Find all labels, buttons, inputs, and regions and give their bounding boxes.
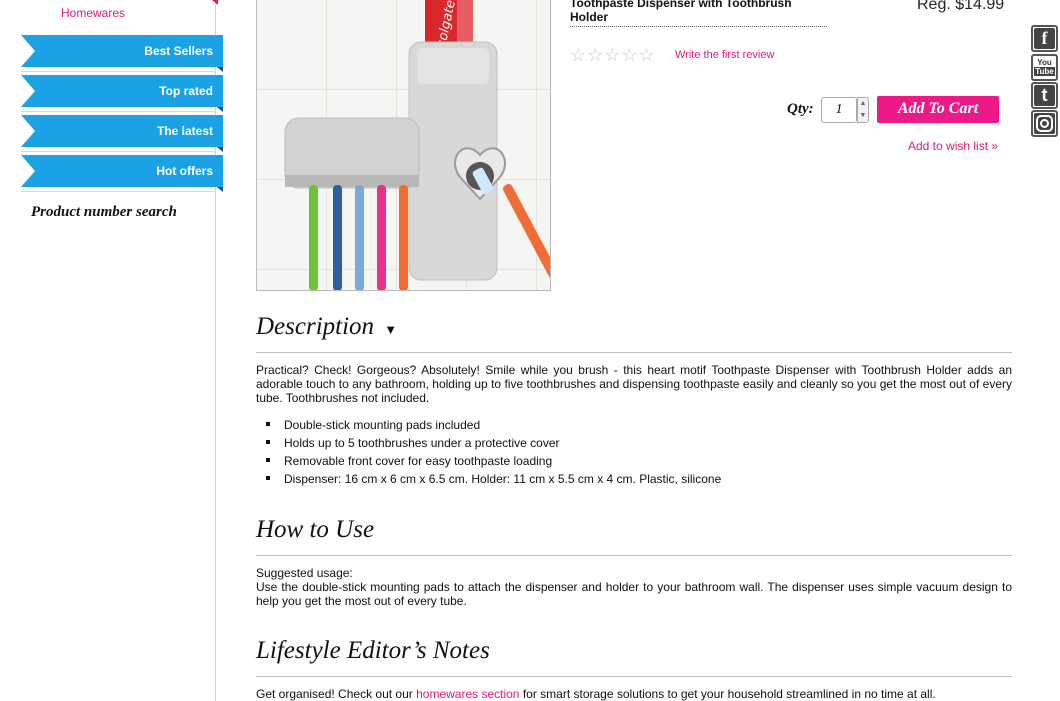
facebook-icon: f	[1034, 28, 1055, 49]
facebook-button[interactable]: f	[1031, 25, 1058, 52]
qty-input[interactable]: 1	[821, 97, 857, 123]
feature-list: Double-stick mounting pads included Hold…	[264, 418, 721, 490]
divider	[21, 71, 216, 72]
qty-stepper[interactable]: ▲ ▼	[857, 97, 869, 123]
product-title-line: Toothpaste Dispenser with Toothbrush	[570, 0, 792, 10]
usage-instructions: Use the double-stick mounting pads to at…	[256, 580, 1012, 608]
divider	[21, 151, 216, 152]
toothpaste-dispenser-illustration: colgate	[257, 0, 550, 290]
section-divider	[256, 676, 1012, 677]
description-title: Description	[256, 313, 375, 340]
list-item: Holds up to 5 toothbrushes under a prote…	[264, 436, 721, 454]
qty-label: Qty:	[787, 101, 814, 117]
product-title: Toothpaste Dispenser with Toothbrush Hol…	[570, 0, 827, 27]
instagram-icon	[1034, 113, 1055, 134]
twitter-icon: t	[1034, 85, 1055, 106]
how-to-use-text: Suggested usage: Use the double-stick mo…	[256, 566, 1012, 608]
nav-best-sellers[interactable]: Best Sellers	[21, 35, 223, 72]
rating-stars[interactable]: ☆☆☆☆☆	[570, 45, 656, 66]
section-divider	[256, 352, 1012, 353]
homewares-link[interactable]: Homewares	[61, 6, 125, 20]
list-item: Removable front cover for easy toothpast…	[264, 454, 721, 472]
how-to-use-heading: How to Use	[256, 516, 375, 543]
corner-decoration	[212, 0, 218, 5]
camera-glyph	[1036, 115, 1053, 132]
collapse-toggle-icon[interactable]: ▼	[384, 322, 397, 337]
youtube-icon: You Tube	[1034, 57, 1055, 78]
regular-price: Reg. $14.99	[917, 0, 1005, 13]
nav-label: The latest	[156, 124, 213, 138]
product-image[interactable]: colgate	[256, 0, 551, 291]
nav-label: Hot offers	[156, 164, 213, 178]
add-to-cart-button[interactable]: Add To Cart	[877, 96, 999, 123]
editor-notes-heading: Lifestyle Editor’s Notes	[256, 637, 490, 664]
section-divider	[256, 555, 1012, 556]
list-item: Dispenser: 16 cm x 6 cm x 6.5 cm. Holder…	[264, 472, 721, 490]
nav-hot-offers[interactable]: Hot offers	[21, 155, 223, 192]
usage-label: Suggested usage:	[256, 566, 353, 580]
list-item: Double-stick mounting pads included	[264, 418, 721, 436]
description-heading[interactable]: Description ▼	[256, 313, 397, 341]
write-review-link[interactable]: Write the first review	[675, 49, 774, 61]
description-text: Practical? Check! Gorgeous? Absolutely! …	[256, 363, 1012, 405]
nav-label: Top rated	[159, 84, 213, 98]
notes-text: Get organised! Check out our	[256, 687, 417, 701]
spin-up-icon[interactable]: ▲	[858, 98, 868, 110]
nav-the-latest[interactable]: The latest	[21, 115, 223, 152]
product-number-search-heading[interactable]: Product number search	[31, 204, 177, 221]
product-title-line: Holder	[570, 10, 609, 24]
homewares-section-link[interactable]: homewares section	[416, 687, 519, 701]
nav-label: Best Sellers	[144, 44, 213, 58]
instagram-button[interactable]	[1031, 110, 1058, 137]
sidebar: Homewares Best Sellers Top rated The lat…	[0, 0, 223, 701]
youtube-button[interactable]: You Tube	[1031, 54, 1058, 81]
twitter-button[interactable]: t	[1031, 82, 1058, 109]
editor-notes-text: Get organised! Check out our homewares s…	[256, 687, 1012, 701]
notes-text: for smart storage solutions to get your …	[519, 687, 936, 701]
divider	[21, 111, 216, 112]
spin-down-icon[interactable]: ▼	[858, 110, 868, 122]
divider	[21, 191, 216, 192]
add-to-wish-list-link[interactable]: Add to wish list »	[908, 139, 998, 153]
nav-top-rated[interactable]: Top rated	[21, 75, 223, 112]
